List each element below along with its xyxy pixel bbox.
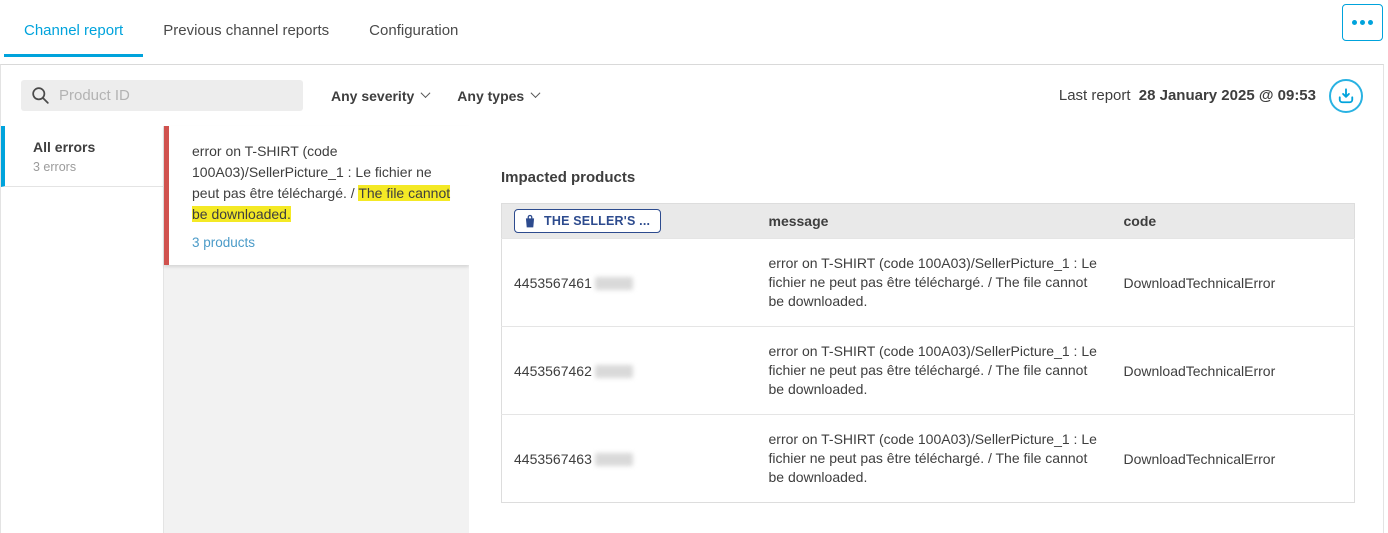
sidebar-item-all-errors[interactable]: All errors 3 errors: [1, 126, 163, 187]
search-input[interactable]: [59, 87, 293, 104]
product-id-cell: 4453567461: [502, 239, 757, 327]
severity-filter-dropdown[interactable]: Any severity: [331, 88, 429, 104]
product-id: 4453567463: [514, 451, 592, 467]
types-filter-label: Any types: [457, 88, 524, 104]
table-header-row: THE SELLER'S ... message code: [502, 204, 1355, 239]
table-row: 4453567461 error on T-SHIRT (code 100A03…: [502, 239, 1355, 327]
code-column-header: code: [1112, 204, 1355, 239]
severity-filter-label: Any severity: [331, 88, 414, 104]
message-cell: error on T-SHIRT (code 100A03)/SellerPic…: [757, 415, 1112, 503]
last-report-date: 28 January 2025 @ 09:53: [1139, 87, 1316, 104]
code-cell: DownloadTechnicalError: [1112, 327, 1355, 415]
shopping-bag-icon: [523, 213, 537, 229]
types-filter-dropdown[interactable]: Any types: [457, 88, 539, 104]
chevron-down-icon: [531, 88, 541, 98]
code-cell: DownloadTechnicalError: [1112, 239, 1355, 327]
impacted-products-link[interactable]: 3 products: [192, 235, 255, 250]
message-column-header: message: [757, 204, 1112, 239]
search-icon: [31, 86, 50, 105]
product-id-cell: 4453567463: [502, 415, 757, 503]
message-cell: error on T-SHIRT (code 100A03)/SellerPic…: [757, 327, 1112, 415]
seller-shop-column-button[interactable]: THE SELLER'S ...: [514, 209, 661, 233]
tab-configuration[interactable]: Configuration: [349, 4, 478, 57]
product-id-cell: 4453567462: [502, 327, 757, 415]
product-id: 4453567461: [514, 275, 592, 291]
ellipsis-icon: [1352, 20, 1373, 25]
impacted-products-section: Impacted products THE SELLER'S ...: [469, 126, 1383, 533]
tabs-bar: Channel report Previous channel reports …: [0, 0, 1388, 64]
all-errors-label: All errors: [33, 139, 153, 155]
redacted-id-suffix: [595, 277, 633, 290]
redacted-id-suffix: [595, 453, 633, 466]
report-panel: Any severity Any types Last report 28 Ja…: [0, 64, 1384, 533]
product-search-box[interactable]: [21, 80, 303, 111]
download-report-button[interactable]: [1329, 79, 1363, 113]
table-row: 4453567463 error on T-SHIRT (code 100A03…: [502, 415, 1355, 503]
redacted-id-suffix: [595, 365, 633, 378]
last-report-status: Last report 28 January 2025 @ 09:53: [1059, 87, 1316, 104]
product-id: 4453567462: [514, 363, 592, 379]
last-report-label: Last report: [1059, 87, 1131, 104]
impacted-products-table: THE SELLER'S ... message code 4453567461…: [501, 203, 1355, 503]
error-list-column: error on T-SHIRT (code 100A03)/SellerPic…: [164, 126, 469, 533]
table-row: 4453567462 error on T-SHIRT (code 100A03…: [502, 327, 1355, 415]
error-message: error on T-SHIRT (code 100A03)/SellerPic…: [192, 141, 453, 225]
download-icon: [1336, 86, 1356, 106]
all-errors-count: 3 errors: [33, 160, 153, 174]
tab-previous-channel-reports[interactable]: Previous channel reports: [143, 4, 349, 57]
chevron-down-icon: [421, 88, 431, 98]
error-groups-sidebar: All errors 3 errors: [1, 126, 164, 533]
seller-shop-column-label: THE SELLER'S ...: [544, 214, 650, 228]
toolbar: Any severity Any types Last report 28 Ja…: [1, 65, 1383, 126]
tab-channel-report[interactable]: Channel report: [4, 4, 143, 57]
content-area: All errors 3 errors error on T-SHIRT (co…: [1, 126, 1383, 533]
code-cell: DownloadTechnicalError: [1112, 415, 1355, 503]
error-card[interactable]: error on T-SHIRT (code 100A03)/SellerPic…: [164, 126, 469, 265]
page-title: Impacted products: [501, 169, 1355, 186]
message-cell: error on T-SHIRT (code 100A03)/SellerPic…: [757, 239, 1112, 327]
more-actions-button[interactable]: [1342, 4, 1383, 41]
